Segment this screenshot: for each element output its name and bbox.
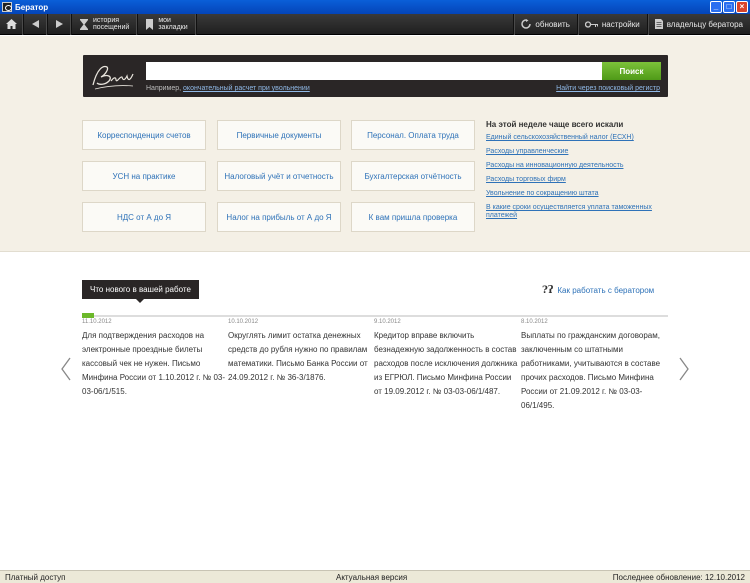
- popular-link[interactable]: Расходы торговых фирм: [486, 176, 671, 184]
- close-button[interactable]: ×: [736, 1, 748, 13]
- refresh-icon: [521, 19, 532, 29]
- popular-link[interactable]: Расходы на инновационную деятельность: [486, 162, 671, 170]
- news-item[interactable]: 8.10.2012 Выплаты по гражданским договор…: [521, 319, 665, 413]
- news-item[interactable]: 10.10.2012 Округлять лимит остатка денеж…: [228, 319, 372, 385]
- news-section: Что нового в вашей работе ?ʔ Как работат…: [0, 252, 750, 570]
- document-icon: [654, 19, 663, 29]
- news-tab[interactable]: Что нового в вашей работе: [82, 280, 199, 303]
- owner-label: владельцу бератора: [666, 19, 743, 29]
- status-bar: Платный доступ Актуальная версия Последн…: [0, 570, 750, 583]
- forward-button[interactable]: [48, 13, 72, 35]
- search-button[interactable]: Поиск: [602, 62, 661, 80]
- status-access: Платный доступ: [5, 573, 66, 582]
- news-progress-indicator: [82, 313, 94, 318]
- news-date: 11.10.2012: [82, 319, 112, 325]
- status-version: Актуальная версия: [336, 573, 408, 582]
- prev-arrow-icon[interactable]: [60, 356, 72, 382]
- search-example: Например, окончательный расчет при уволь…: [146, 85, 310, 92]
- category-tax-accounting[interactable]: Налоговый учёт и отчетность: [217, 161, 341, 191]
- settings-label: настройки: [601, 19, 640, 29]
- news-date: 9.10.2012: [374, 319, 401, 325]
- window-title: Бератор: [15, 2, 49, 12]
- bookmarks-button[interactable]: мои закладки: [138, 13, 197, 35]
- popular-heading: На этой неделе чаще всего искали: [486, 120, 624, 129]
- window-controls: _ □ ×: [710, 1, 748, 13]
- hero-panel: Поиск Например, окончательный расчет при…: [0, 36, 750, 252]
- news-item[interactable]: 9.10.2012 Кредитор вправе включить безна…: [374, 319, 518, 399]
- bookmarks-label-line2: закладки: [158, 24, 188, 31]
- back-button[interactable]: [24, 13, 48, 35]
- hourglass-icon: [80, 18, 88, 30]
- news-text: Для подтверждения расходов на электронны…: [82, 331, 226, 396]
- history-button[interactable]: история посещений: [72, 13, 139, 35]
- home-icon: [6, 19, 17, 29]
- history-label-line2: посещений: [93, 24, 130, 31]
- app-icon: [2, 2, 12, 12]
- category-financial-reporting[interactable]: Бухгалтерская отчётность: [351, 161, 475, 191]
- refresh-label: обновить: [535, 19, 570, 29]
- toolbar-right-group: обновить настройки владельцу бератора: [513, 13, 750, 35]
- maximize-button[interactable]: □: [723, 1, 735, 13]
- berator-logo: [92, 65, 134, 90]
- news-item[interactable]: 11.10.2012 Для подтверждения расходов на…: [82, 319, 226, 399]
- category-vat[interactable]: НДС от А до Я: [82, 202, 206, 232]
- home-button[interactable]: [0, 13, 24, 35]
- howto-link[interactable]: ?ʔ Как работать с бератором: [542, 285, 654, 296]
- howto-label: Как работать с бератором: [557, 286, 655, 295]
- search-panel: Поиск Например, окончательный расчет при…: [83, 55, 668, 97]
- search-registry-link[interactable]: Найти через поисковый регистр: [556, 85, 660, 92]
- refresh-button[interactable]: обновить: [513, 13, 576, 35]
- status-updated: Последнее обновление: 12.10.2012: [612, 573, 745, 582]
- settings-button[interactable]: настройки: [576, 13, 647, 35]
- search-example-prefix: Например,: [146, 85, 184, 92]
- category-accounts-correspondence[interactable]: Корреспонденция счетов: [82, 120, 206, 150]
- search-input[interactable]: [146, 62, 602, 80]
- category-primary-documents[interactable]: Первичные документы: [217, 120, 341, 150]
- next-arrow-icon[interactable]: [678, 356, 690, 382]
- bookmarks-label-line1: мои: [158, 17, 171, 24]
- question-icon: ?ʔ: [542, 285, 554, 296]
- popular-searches: На этой неделе чаще всего искали Единый …: [486, 120, 671, 226]
- history-label-line1: история: [93, 17, 120, 24]
- category-usn[interactable]: УСН на практике: [82, 161, 206, 191]
- main-toolbar: история посещений мои закладки обновить …: [0, 13, 750, 35]
- popular-link[interactable]: В какие сроки осуществляется уплата тамо…: [486, 204, 671, 220]
- arrow-right-icon: [56, 20, 63, 28]
- news-date: 8.10.2012: [521, 319, 548, 325]
- owner-button[interactable]: владельцу бератора: [646, 13, 750, 35]
- search-example-link[interactable]: окончательный расчет при увольнении: [183, 85, 310, 92]
- news-date: 10.10.2012: [228, 319, 259, 325]
- category-inspection[interactable]: К вам пришла проверка: [351, 202, 475, 232]
- popular-link[interactable]: Увольнение по сокращению штата: [486, 190, 671, 198]
- arrow-left-icon: [32, 20, 39, 28]
- news-progress-rule: [82, 313, 668, 318]
- category-personnel-payroll[interactable]: Персонал. Оплата труда: [351, 120, 475, 150]
- window-titlebar: Бератор _ □ ×: [0, 0, 750, 14]
- popular-link[interactable]: Единый сельскохозяйственный налог (ЕСХН): [486, 134, 671, 142]
- category-profit-tax[interactable]: Налог на прибыль от А до Я: [217, 202, 341, 232]
- minimize-button[interactable]: _: [710, 1, 722, 13]
- news-text: Кредитор вправе включить безнадежную зад…: [374, 331, 518, 396]
- bookmark-icon: [146, 18, 154, 30]
- popular-link[interactable]: Расходы управленческие: [486, 148, 671, 156]
- news-text: Выплаты по гражданским договорам, заключ…: [521, 331, 661, 410]
- key-icon: [584, 20, 598, 28]
- news-text: Округлять лимит остатка денежных средств…: [228, 331, 368, 382]
